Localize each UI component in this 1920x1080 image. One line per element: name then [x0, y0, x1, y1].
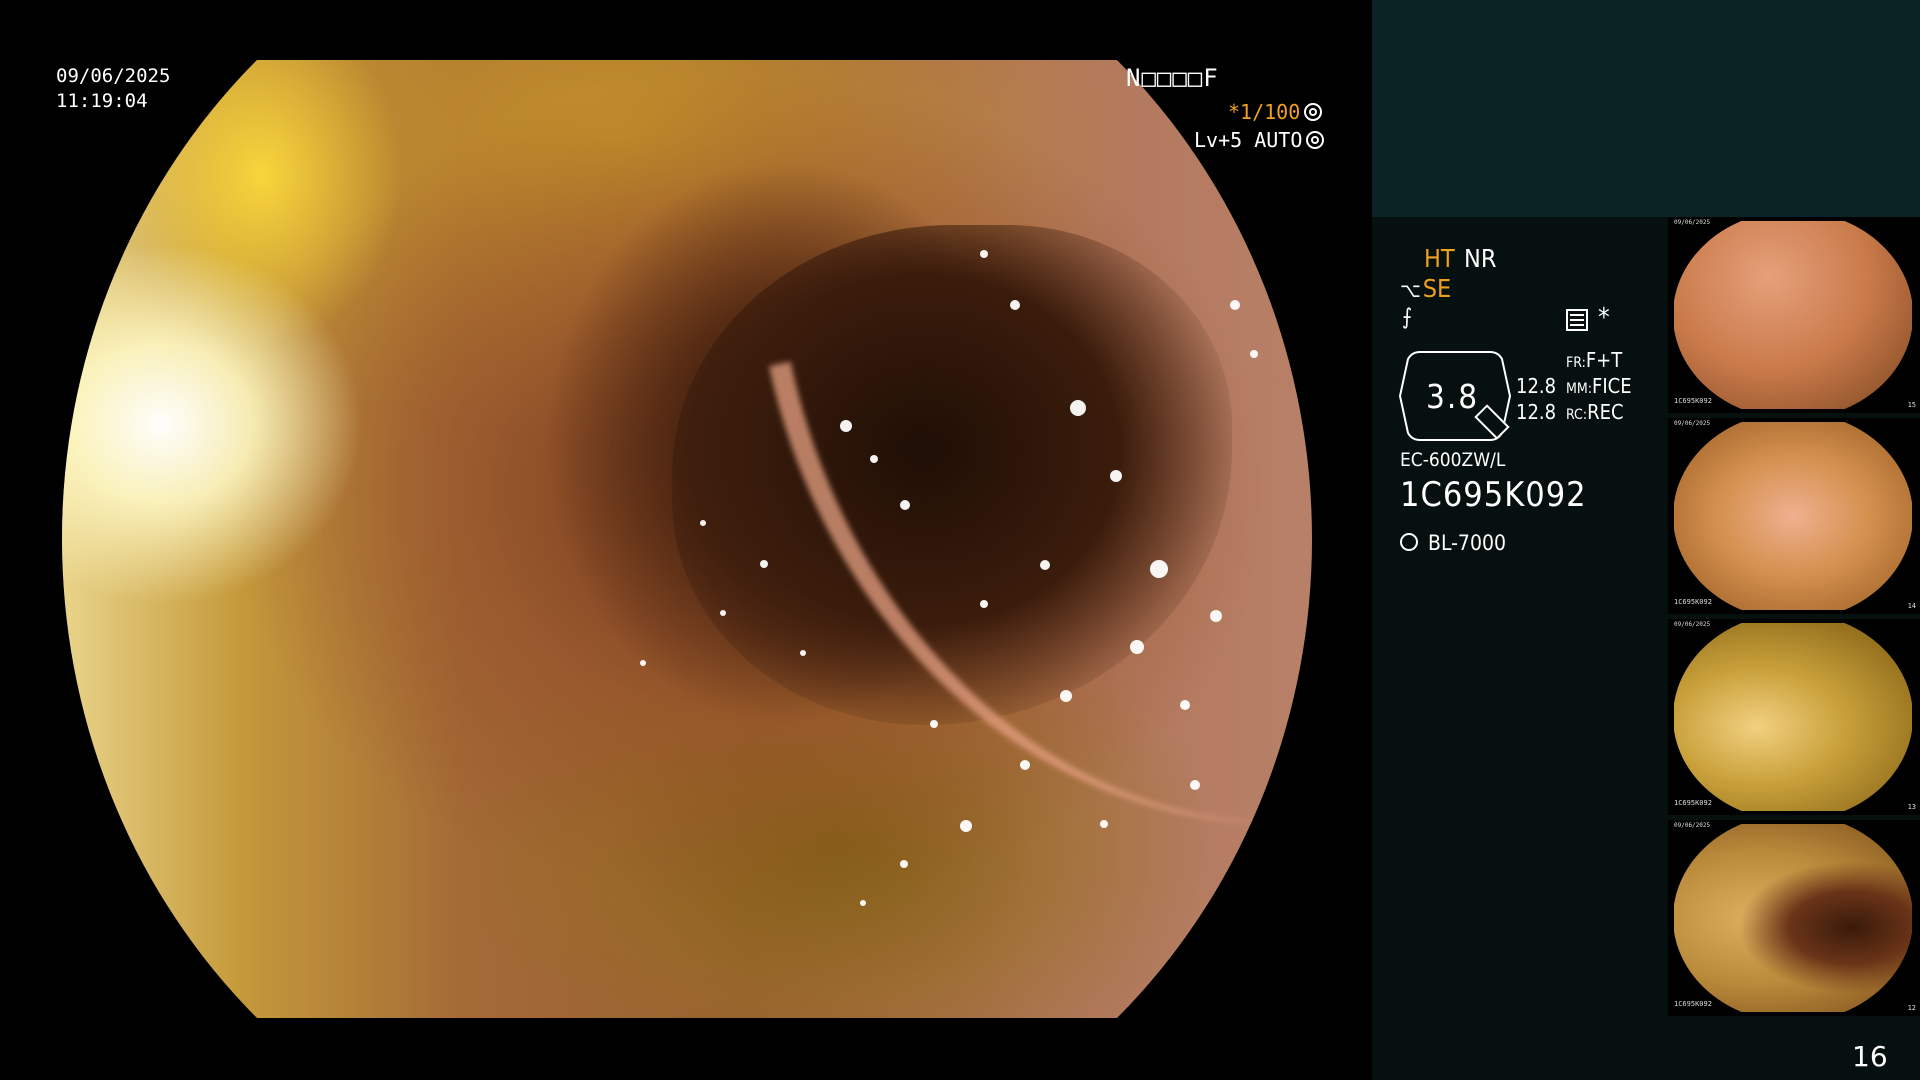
- thumbnail-id: 1C695K092: [1674, 397, 1712, 405]
- date-text: 09/06/2025: [56, 65, 171, 87]
- specular-highlight: [1230, 300, 1240, 310]
- color-mode-icon: ⨍: [1402, 305, 1413, 330]
- thumbnail-date: 09/06/2025: [1674, 219, 1711, 226]
- specular-highlight: [640, 660, 646, 666]
- specular-highlight: [1250, 350, 1258, 358]
- thumbnail-id: 1C695K092: [1674, 598, 1712, 606]
- thumbnail-number: 12: [1907, 1004, 1916, 1012]
- specular-highlight: [720, 610, 726, 616]
- specular-highlight: [1180, 700, 1190, 710]
- fr-label: FR:: [1566, 355, 1586, 371]
- fr-setting: FR:F+T: [1566, 348, 1622, 372]
- thumbnail-image: [1674, 623, 1912, 811]
- specular-highlight: [930, 720, 938, 728]
- scope-serial: 1C695K092: [1400, 475, 1587, 515]
- shutter-text: *1/100: [1228, 100, 1301, 124]
- asterisk-indicator: *: [1598, 303, 1610, 333]
- endoscope-main-view: 09/06/2025 11:19:04 N□□□□F *1/100 Lv+5 A…: [0, 0, 1372, 1080]
- structure-enhance-icon: ⌥: [1400, 278, 1421, 302]
- mm-label: MM:: [1566, 381, 1592, 397]
- nr-indicator: NR: [1464, 244, 1497, 273]
- thumbnail-image: [1674, 824, 1912, 1012]
- thumbnail-number: 13: [1907, 803, 1916, 811]
- light-source-icon: [1400, 533, 1418, 551]
- ht-indicator: HT: [1424, 244, 1455, 273]
- fr-value: F+T: [1585, 348, 1623, 372]
- thumbnail-2[interactable]: 09/06/2025 1C695K092 14: [1668, 418, 1920, 614]
- specular-highlight: [1150, 560, 1168, 578]
- thumbnail-number: 14: [1907, 602, 1916, 610]
- thumbnail-date: 09/06/2025: [1674, 621, 1711, 628]
- specular-highlight: [900, 860, 908, 868]
- rc-label: RC:: [1566, 407, 1588, 423]
- specular-highlight: [980, 250, 988, 258]
- brightness-level: Lv+5 AUTO: [1194, 128, 1325, 152]
- light-source-text: BL-7000: [1428, 531, 1507, 555]
- specular-highlight: [700, 520, 706, 526]
- settings-column: HT NR ⌥SE ⨍ * 3.8 12.8 12.8 FR:F+T MM:FI…: [1372, 217, 1672, 1080]
- endoscopic-image: [62, 60, 1312, 1018]
- mm-value: FICE: [1591, 374, 1632, 398]
- specular-highlight: [870, 455, 878, 463]
- specular-highlight: [1020, 760, 1030, 770]
- thumbnail-date: 09/06/2025: [1674, 822, 1711, 829]
- specular-highlight: [1070, 400, 1086, 416]
- parameter-value-1: 12.8: [1516, 374, 1557, 398]
- zoom-value: 3.8: [1426, 377, 1480, 416]
- specular-highlight: [1040, 560, 1050, 570]
- thumbnail-4[interactable]: 09/06/2025 1C695K092 12: [1668, 820, 1920, 1016]
- specular-highlight: [960, 820, 972, 832]
- thumbnail-image: [1674, 221, 1912, 409]
- thumbnail-date: 09/06/2025: [1674, 420, 1711, 427]
- thumbnail-number: 15: [1907, 401, 1916, 409]
- parameter-value-2: 12.8: [1516, 400, 1557, 424]
- specular-highlight: [860, 900, 866, 906]
- specular-highlight: [840, 420, 852, 432]
- specular-highlight: [800, 650, 806, 656]
- page-number: 16: [1852, 1040, 1888, 1073]
- patient-id-text: N□□□□F: [1126, 64, 1219, 92]
- panel-header-area: [1372, 0, 1920, 217]
- specular-highlight: [1060, 690, 1072, 702]
- specular-highlight: [900, 500, 910, 510]
- scope-model: EC-600ZW/L: [1400, 449, 1506, 471]
- shutter-icon: [1304, 103, 1323, 121]
- thumbnail-id: 1C695K092: [1674, 1000, 1712, 1008]
- time-text: 11:19:04: [56, 90, 148, 112]
- thumbnail-image: [1674, 422, 1912, 610]
- info-panel: HT NR ⌥SE ⨍ * 3.8 12.8 12.8 FR:F+T MM:FI…: [1372, 0, 1920, 1080]
- specular-highlight: [1190, 780, 1200, 790]
- rc-value: REC: [1587, 400, 1624, 424]
- specular-highlight: [1130, 640, 1144, 654]
- thumbnail-id: 1C695K092: [1674, 799, 1712, 807]
- specular-highlight: [980, 600, 988, 608]
- shutter-speed: *1/100: [1228, 100, 1323, 124]
- rc-setting: RC:REC: [1566, 400, 1624, 424]
- se-text: SE: [1422, 274, 1452, 303]
- iris-icon: [1306, 131, 1325, 149]
- specular-highlight: [1010, 300, 1020, 310]
- light-source: BL-7000: [1400, 531, 1506, 555]
- se-indicator: ⌥SE: [1400, 274, 1451, 303]
- specular-highlight: [1110, 470, 1122, 482]
- thumbnail-3[interactable]: 09/06/2025 1C695K092 13: [1668, 619, 1920, 815]
- level-text: Lv+5 AUTO: [1194, 128, 1303, 152]
- date-time-overlay: 09/06/2025 11:19:04: [56, 64, 170, 114]
- thumbnail-strip: 09/06/2025 1C695K092 15 09/06/2025 1C695…: [1668, 217, 1920, 1017]
- specular-highlight: [1100, 820, 1108, 828]
- specular-highlight: [1210, 610, 1222, 622]
- mm-setting: MM:FICE: [1566, 374, 1632, 398]
- menu-list-icon: [1566, 309, 1588, 331]
- specular-highlight: [760, 560, 768, 568]
- thumbnail-1[interactable]: 09/06/2025 1C695K092 15: [1668, 217, 1920, 413]
